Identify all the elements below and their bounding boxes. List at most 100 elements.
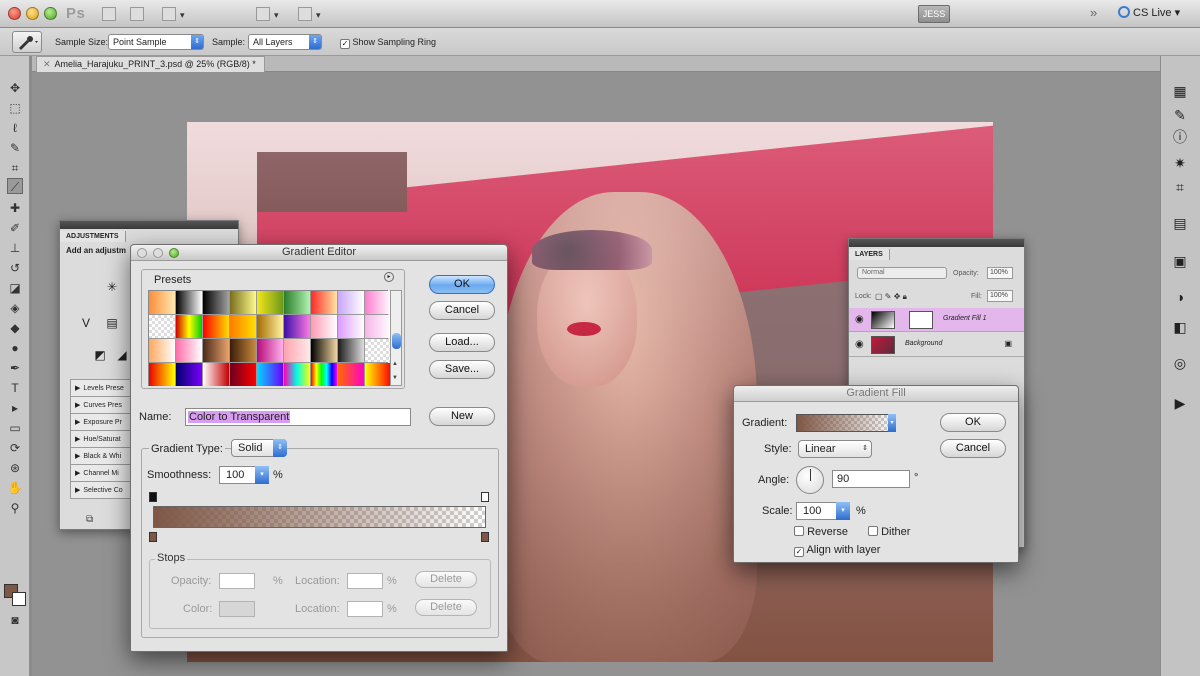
gradient-preset-swatch[interactable] (365, 315, 391, 338)
screen-mode-icon[interactable] (298, 7, 312, 21)
pen-tool-icon[interactable]: ✒ (7, 360, 23, 376)
stop-opacity-input[interactable] (219, 573, 255, 589)
gradient-preset-swatch[interactable] (176, 315, 202, 338)
dialog-zoom-button[interactable] (169, 248, 179, 258)
quick-mask-icon[interactable]: ◙ (7, 612, 23, 628)
move-tool-icon[interactable]: ✥ (7, 80, 23, 96)
align-with-layer-option[interactable]: ✓ Align with layer (794, 544, 880, 557)
workspace-switcher[interactable]: JESS (918, 5, 950, 23)
lasso-tool-icon[interactable]: ℓ (7, 120, 23, 136)
layer-row[interactable]: ◉ Gradient Fill 1 (849, 308, 1024, 332)
scroll-up-icon[interactable]: ▲ (392, 361, 398, 367)
color-stop-right[interactable] (481, 532, 489, 542)
gradient-preset-swatch[interactable] (176, 363, 202, 386)
blend-mode-select[interactable]: Normal (857, 267, 947, 279)
layer-fill-input[interactable]: 100% (987, 290, 1013, 302)
styles-icon[interactable]: ▤ (1171, 214, 1189, 232)
healing-brush-tool-icon[interactable]: ✚ (7, 200, 23, 216)
gradient-preset-swatch[interactable] (203, 363, 229, 386)
stop-color-swatch[interactable] (219, 601, 255, 617)
lock-icons[interactable]: ▢ ✎ ✥ 🔒︎ (875, 292, 907, 302)
dialog-close-button[interactable] (137, 248, 147, 258)
paths-icon[interactable]: ▶ (1171, 394, 1189, 412)
dither-checkbox[interactable] (868, 526, 878, 536)
gradient-preset-swatch[interactable] (176, 291, 202, 314)
scrollbar-thumb[interactable] (392, 333, 401, 349)
color-stop-left[interactable] (149, 532, 157, 542)
dodge-tool-icon[interactable]: ● (7, 340, 23, 356)
reverse-option[interactable]: Reverse (794, 526, 848, 538)
gradient-preset-swatch[interactable] (149, 291, 175, 314)
background-color-swatch[interactable] (12, 592, 26, 606)
gradient-preset-swatch[interactable] (230, 363, 256, 386)
gradient-preset-swatch[interactable] (365, 291, 391, 314)
layers-tab[interactable]: LAYERS (849, 249, 890, 260)
close-tab-icon[interactable]: ✕ (43, 59, 51, 69)
zoom-tool-icon[interactable]: ⚲ (7, 500, 23, 516)
hue-saturation-icon[interactable]: ▤ (104, 315, 120, 331)
gradient-fill-ok-button[interactable]: OK (940, 413, 1006, 432)
gradient-preset-swatch[interactable] (365, 339, 391, 362)
view-extras-icon[interactable] (162, 7, 176, 21)
opacity-location-input[interactable] (347, 573, 383, 589)
vibrance-icon[interactable]: V (78, 315, 94, 331)
gradient-preset-swatch[interactable] (311, 315, 337, 338)
gradient-preset-swatch[interactable] (311, 363, 337, 386)
arrange-documents-icon[interactable] (256, 7, 270, 21)
delete-opacity-stop-button[interactable]: Delete (415, 571, 477, 588)
gradient-preset-swatch[interactable] (311, 291, 337, 314)
navigator-icon[interactable]: ✎ (1171, 106, 1189, 124)
color-icon[interactable]: ✷ (1171, 154, 1189, 172)
gradient-preset-swatch[interactable] (257, 363, 283, 386)
cancel-button[interactable]: Cancel (429, 301, 495, 320)
align-with-layer-checkbox[interactable]: ✓ (794, 547, 804, 557)
gradient-preset-swatch[interactable] (284, 315, 310, 338)
hand-tool-icon[interactable]: ✋ (7, 480, 23, 496)
bridge-icon[interactable] (102, 7, 116, 21)
layers-icon[interactable]: ◧ (1171, 318, 1189, 336)
gradient-preset-swatch[interactable] (203, 339, 229, 362)
adjustments-tab[interactable]: ADJUSTMENTS (60, 231, 126, 242)
gradient-preset-swatch[interactable] (230, 315, 256, 338)
chevron-down-icon[interactable]: ▾ (180, 10, 185, 21)
delete-color-stop-button[interactable]: Delete (415, 599, 477, 616)
smoothness-input[interactable]: 100 ▾ (219, 466, 269, 484)
chevron-down-icon[interactable]: ▾ (316, 10, 321, 21)
reverse-checkbox[interactable] (794, 526, 804, 536)
histogram-icon[interactable]: ▦ (1171, 82, 1189, 100)
return-to-list-icon[interactable]: ⧉ (86, 514, 93, 525)
blur-tool-icon[interactable]: ◆ (7, 320, 23, 336)
window-minimize-button[interactable] (26, 7, 39, 20)
color-location-input[interactable] (347, 601, 383, 617)
gradient-preset-swatch[interactable] (257, 315, 283, 338)
dither-option[interactable]: Dither (868, 526, 910, 538)
gradient-picker[interactable]: ▾ (796, 414, 896, 432)
gradient-preset-swatch[interactable] (203, 291, 229, 314)
ok-button[interactable]: OK (429, 275, 495, 294)
gradient-preset-swatch[interactable] (149, 363, 175, 386)
gradient-map-icon[interactable]: ◢ (114, 347, 130, 363)
gradient-preset-swatch[interactable] (311, 339, 337, 362)
visibility-eye-icon[interactable]: ◉ (855, 314, 864, 325)
gradient-preset-swatch[interactable] (338, 339, 364, 362)
3d-orbit-tool-icon[interactable]: ⊛ (7, 460, 23, 476)
opacity-stop-left[interactable] (149, 492, 157, 502)
visibility-eye-icon[interactable]: ◉ (855, 339, 864, 350)
sample-size-select[interactable]: Point Sample ⇕ (108, 34, 204, 50)
brightness-contrast-icon[interactable]: ✳ (104, 279, 120, 295)
swatches-icon[interactable]: ⌗ (1171, 178, 1189, 196)
quick-selection-tool-icon[interactable]: ✎ (7, 140, 23, 156)
gradient-preset-swatch[interactable] (284, 363, 310, 386)
gradient-preset-swatch[interactable] (257, 339, 283, 362)
type-tool-icon[interactable]: T (7, 380, 23, 396)
save-button[interactable]: Save... (429, 360, 495, 379)
adjustments-icon[interactable]: ▣ (1171, 252, 1189, 270)
mini-bridge-icon[interactable] (130, 7, 144, 21)
chevron-down-icon[interactable]: ▾ (274, 10, 279, 21)
clone-stamp-tool-icon[interactable]: ⊥ (7, 240, 23, 256)
gradient-preset-swatch[interactable] (284, 291, 310, 314)
masks-icon[interactable]: ◑ (1171, 288, 1189, 306)
layer-row[interactable]: ◉ Background ▣ (849, 333, 1024, 357)
gradient-preset-swatch[interactable] (149, 315, 175, 338)
gradient-name-input[interactable]: Color to Transparent (185, 408, 411, 426)
